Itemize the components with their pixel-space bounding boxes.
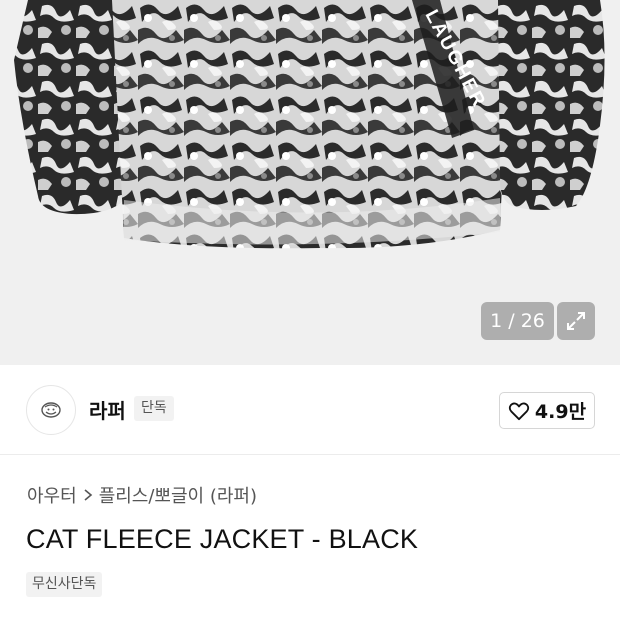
like-count: 4.9만 [534, 401, 587, 423]
expand-button[interactable] [557, 302, 595, 340]
expand-arrows-icon [567, 312, 585, 330]
heart-outline-icon [508, 402, 530, 420]
product-image-gallery[interactable]: LAUGHER 1 / 26 [0, 0, 620, 365]
brand-row: 라퍼 단독 4.9만 [0, 365, 620, 455]
brand-logo[interactable] [26, 385, 76, 435]
image-counter: 1 / 26 [481, 302, 554, 340]
like-button[interactable]: 4.9만 [499, 392, 595, 429]
breadcrumb-category[interactable]: 아우터 [27, 482, 77, 508]
breadcrumb: 아우터 플리스/뽀글이 (라퍼) [27, 482, 257, 508]
brand-name[interactable]: 라퍼 [89, 395, 126, 424]
exclusive-badge: 단독 [134, 396, 174, 421]
product-title: CAT FLEECE JACKET - BLACK [26, 524, 419, 554]
brand-logo-icon [41, 402, 61, 418]
breadcrumb-subcategory[interactable]: 플리스/뽀글이 (라퍼) [99, 482, 257, 508]
chevron-right-icon [83, 488, 93, 502]
exclusive-tag[interactable]: 무신사단독 [26, 572, 103, 597]
